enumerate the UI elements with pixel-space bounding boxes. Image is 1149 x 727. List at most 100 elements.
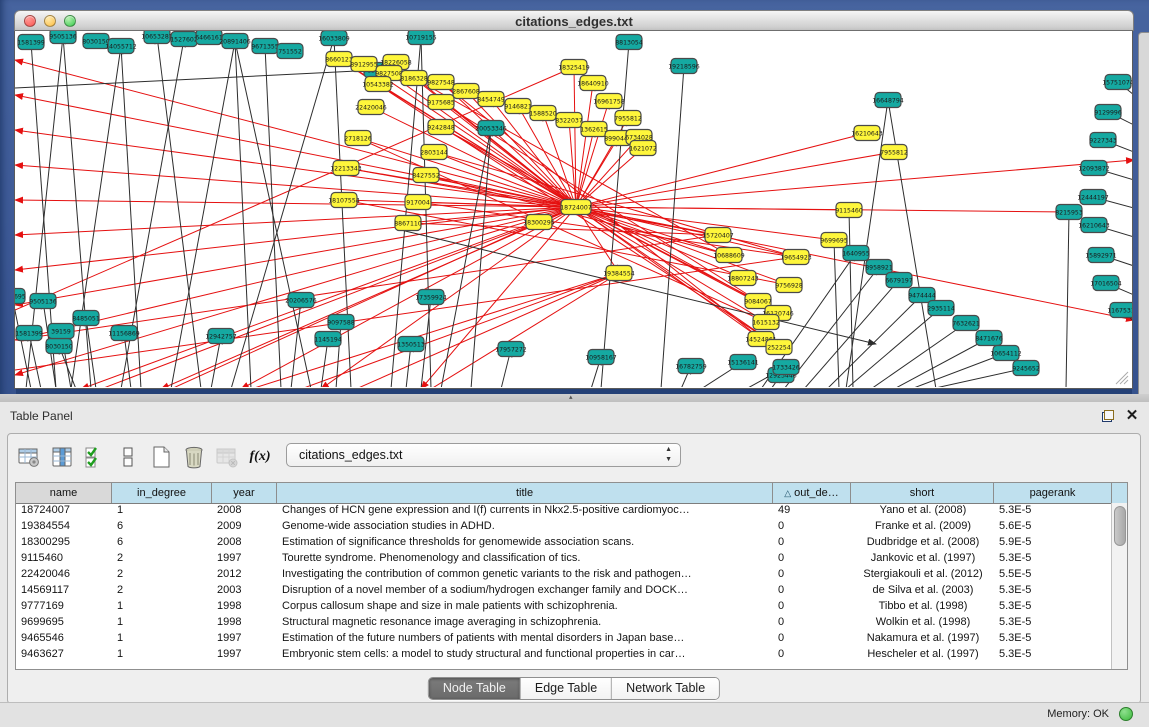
graph-node[interactable]: 10543382 <box>362 77 394 92</box>
graph-node[interactable]: 9242848 <box>427 120 455 135</box>
graph-edge[interactable] <box>576 207 766 322</box>
graph-edge[interactable] <box>15 70 377 88</box>
graph-node[interactable]: 8427552 <box>412 168 440 183</box>
graph-node[interactable]: 16782759 <box>675 359 707 374</box>
network-canvas[interactable]: 1581399950513680301501405571210653287152… <box>14 31 1133 389</box>
graph-node[interactable]: 20891406 <box>219 34 251 49</box>
graph-node[interactable]: 252254 <box>766 340 792 355</box>
graph-edge[interactable] <box>834 240 839 387</box>
graph-node[interactable]: 8867110 <box>394 216 422 231</box>
graph-node[interactable]: 7632621 <box>952 316 980 331</box>
graph-node[interactable]: 12444197 <box>1077 190 1109 205</box>
float-panel-button[interactable] <box>1099 407 1117 425</box>
graph-node[interactable]: 9671355 <box>251 39 279 54</box>
graph-node[interactable]: 9115460 <box>835 203 863 218</box>
graph-edge[interactable] <box>471 128 491 387</box>
graph-node[interactable]: 10958167 <box>585 350 617 365</box>
graph-node[interactable]: 18807243 <box>727 271 759 286</box>
graph-node[interactable]: 8322037 <box>555 113 583 128</box>
graph-node[interactable]: 39159 <box>48 324 74 339</box>
column-header-year[interactable]: year <box>212 483 277 503</box>
graph-node[interactable]: 15136141 <box>727 355 759 370</box>
graph-edge[interactable] <box>321 207 576 387</box>
graph-node[interactable]: 10688609 <box>713 248 745 263</box>
graph-node[interactable]: 16210643 <box>851 126 883 141</box>
graph-edge[interactable] <box>265 46 281 387</box>
table-row[interactable]: 946554611997Estimation of the future num… <box>16 631 1112 647</box>
graph-node[interactable]: 15751074 <box>1102 75 1132 90</box>
graph-node[interactable]: 751552 <box>277 44 303 59</box>
graph-node[interactable]: 7955812 <box>880 145 908 160</box>
graph-node[interactable]: 7955812 <box>614 111 642 126</box>
graph-node[interactable]: 14055712 <box>105 39 137 54</box>
graph-node[interactable]: 8912955 <box>350 57 378 72</box>
graph-node[interactable]: 9227343 <box>1089 133 1117 148</box>
graph-edge[interactable] <box>911 353 1006 387</box>
column-header-name[interactable]: name <box>16 483 112 503</box>
graph-node[interactable]: 17016504 <box>1090 276 1122 291</box>
graph-node[interactable]: 10653287 <box>141 31 173 44</box>
column-header-title[interactable]: title <box>277 483 773 503</box>
graph-edge[interactable] <box>576 207 796 257</box>
graph-edge[interactable] <box>846 308 941 387</box>
graph-edge[interactable] <box>576 160 1132 207</box>
tab-network-table[interactable]: Network Table <box>612 678 719 699</box>
graph-node[interactable]: 1362615 <box>580 122 608 137</box>
canvas-resize-grip[interactable] <box>1113 369 1129 385</box>
graph-node[interactable]: 1581399 <box>17 35 45 50</box>
graph-edge[interactable] <box>15 207 576 305</box>
graph-node[interactable]: 9505136 <box>49 31 77 44</box>
memory-status-indicator[interactable] <box>1119 707 1133 721</box>
table-row[interactable]: 946362711997Embryonic stem cells: a mode… <box>16 647 1112 663</box>
graph-node[interactable]: 8454749 <box>477 92 505 107</box>
graph-node[interactable]: 19654923 <box>780 250 812 265</box>
table-row[interactable]: 1872400712008Changes of HCN gene express… <box>16 503 1112 519</box>
graph-node[interactable]: 9505136 <box>29 294 57 309</box>
graph-node[interactable]: 15892971 <box>1085 248 1117 263</box>
graph-edge[interactable] <box>1066 212 1069 387</box>
graph-node[interactable]: 6679197 <box>885 273 913 288</box>
create-column-button[interactable] <box>148 444 174 470</box>
graph-node[interactable]: 12213343 <box>330 161 362 176</box>
clear-selection-button[interactable] <box>115 444 141 470</box>
graph-node[interactable]: 18107554 <box>328 193 360 208</box>
tab-edge-table[interactable]: Edge Table <box>521 678 612 699</box>
function-builder-button[interactable]: f(x) <box>247 444 273 470</box>
graph-node[interactable]: 1527602 <box>170 32 198 47</box>
graph-node[interactable]: 8660123 <box>325 52 353 67</box>
graph-node[interactable]: 2935114 <box>927 301 955 316</box>
graph-edge[interactable] <box>661 66 684 387</box>
graph-edge[interactable] <box>888 100 936 387</box>
graph-edge[interactable] <box>81 207 576 387</box>
graph-node[interactable]: 2867608 <box>452 84 480 99</box>
graph-edge[interactable] <box>356 273 619 387</box>
graph-edge[interactable] <box>15 207 576 235</box>
table-row[interactable]: 2242004622012Investigating the contribut… <box>16 567 1112 583</box>
select-all-button[interactable] <box>82 444 108 470</box>
graph-node[interactable]: 18300295 <box>523 215 555 230</box>
graph-edge[interactable] <box>576 207 1069 212</box>
graph-node[interactable]: 917004 <box>405 195 431 210</box>
tab-node-table[interactable]: Node Table <box>429 678 521 699</box>
graph-node[interactable]: 2718126 <box>344 131 372 146</box>
graph-node[interactable]: 1581399 <box>15 326 43 341</box>
graph-node[interactable]: 19384554 <box>603 266 635 281</box>
graph-node[interactable]: 8485051 <box>72 311 100 326</box>
graph-node[interactable]: 18724007 <box>560 200 592 215</box>
scrollbar-thumb[interactable] <box>1114 506 1126 546</box>
graph-node[interactable]: 12942757 <box>205 329 237 344</box>
graph-node[interactable]: 18325419 <box>558 60 590 75</box>
graph-node[interactable]: 1615132 <box>752 315 780 330</box>
graph-node[interactable]: 9146821 <box>504 99 532 114</box>
graph-node[interactable]: 9245652 <box>1012 361 1040 376</box>
network-window-titlebar[interactable]: citations_edges.txt <box>14 10 1134 31</box>
graph-node[interactable]: 16648794 <box>872 93 904 108</box>
graph-node[interactable]: 1621072 <box>629 141 657 156</box>
graph-node[interactable]: 11675319 <box>1107 303 1132 318</box>
table-vertical-scrollbar[interactable] <box>1111 503 1127 669</box>
graph-node[interactable]: 10654112 <box>990 346 1022 361</box>
graph-node[interactable]: 17359924 <box>415 290 447 305</box>
graph-node[interactable]: 9827548 <box>427 75 455 90</box>
show-columns-button[interactable] <box>49 444 75 470</box>
graph-node[interactable]: 9129996 <box>1094 105 1122 120</box>
